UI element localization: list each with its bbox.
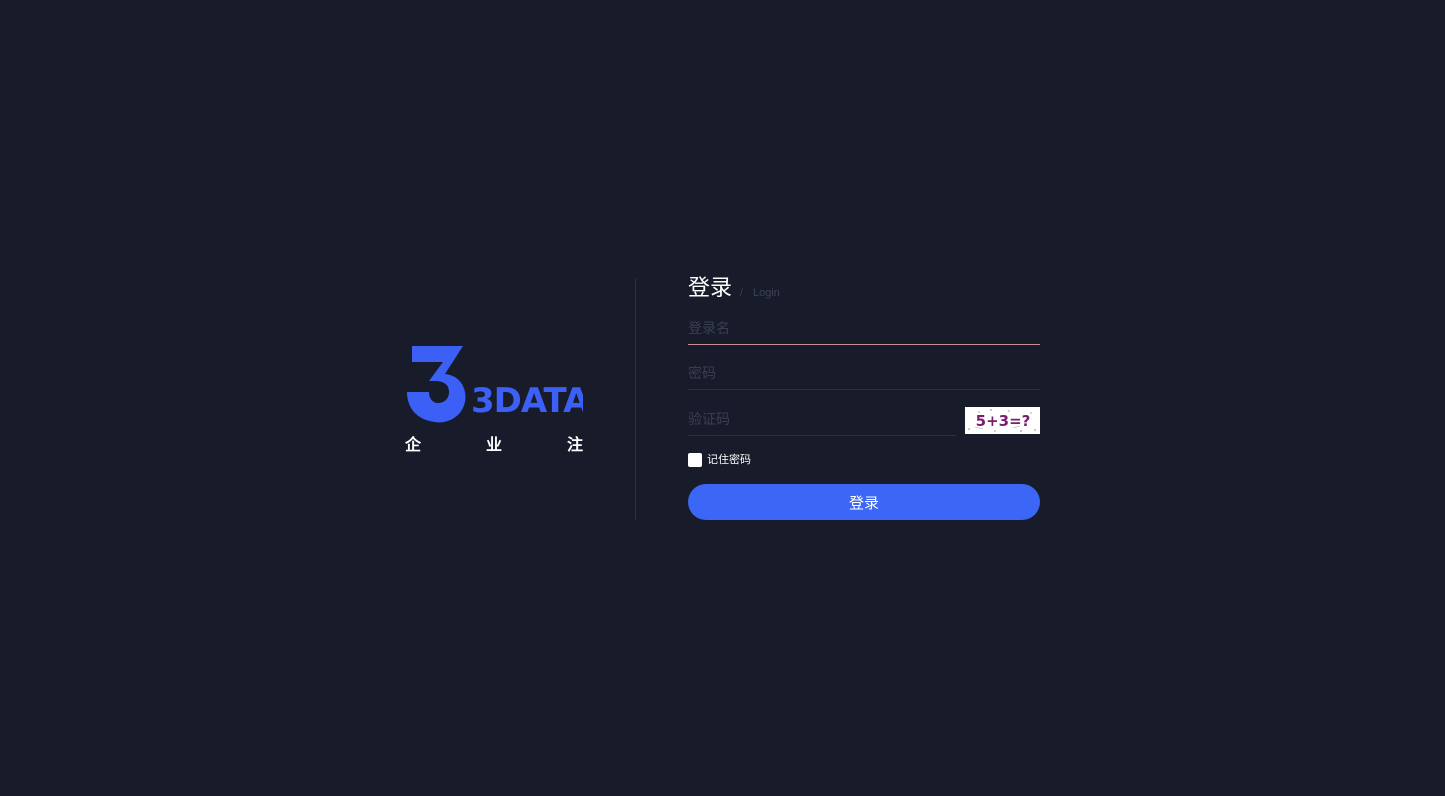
form-title: 登录 bbox=[688, 276, 733, 301]
username-field bbox=[688, 316, 1040, 345]
username-input[interactable] bbox=[688, 316, 1040, 342]
form-subtitle: Login bbox=[753, 287, 780, 299]
remember-label: 记住密码 bbox=[707, 453, 751, 466]
captcha-graphic: 5+3=? bbox=[968, 409, 1036, 432]
brand-tagline: 企 业 注 bbox=[405, 436, 583, 454]
captcha-text: 5+3=? bbox=[976, 412, 1031, 430]
brand-logo: 3DATA bbox=[407, 346, 583, 423]
captcha-input[interactable] bbox=[688, 407, 956, 433]
captcha-image[interactable]: 5+3=? bbox=[965, 407, 1040, 434]
form-header: 登录 / Login bbox=[688, 272, 1040, 306]
logo-text: 3DATA bbox=[471, 381, 583, 421]
tagline-char: 注 bbox=[566, 435, 583, 454]
vertical-divider bbox=[635, 278, 636, 520]
brand-block: 3DATA 企 业 注 bbox=[405, 344, 583, 456]
password-field bbox=[688, 361, 1040, 390]
login-page: 3DATA 企 业 注 登录 / Login 登录名 验证码 5+3=? 记住密… bbox=[0, 0, 1445, 796]
tagline-char: 业 bbox=[485, 435, 502, 454]
login-form: 登录 / Login 登录名 验证码 5+3=? 记住密码 登录 bbox=[688, 272, 1040, 520]
captcha-field bbox=[688, 407, 956, 436]
login-button[interactable]: 登录 bbox=[688, 484, 1040, 520]
remember-checkbox[interactable] bbox=[688, 453, 702, 467]
remember-password[interactable]: 记住密码 bbox=[688, 452, 751, 468]
password-input[interactable] bbox=[688, 361, 1040, 387]
tagline-char: 企 bbox=[405, 435, 422, 454]
title-separator: / bbox=[740, 288, 743, 299]
